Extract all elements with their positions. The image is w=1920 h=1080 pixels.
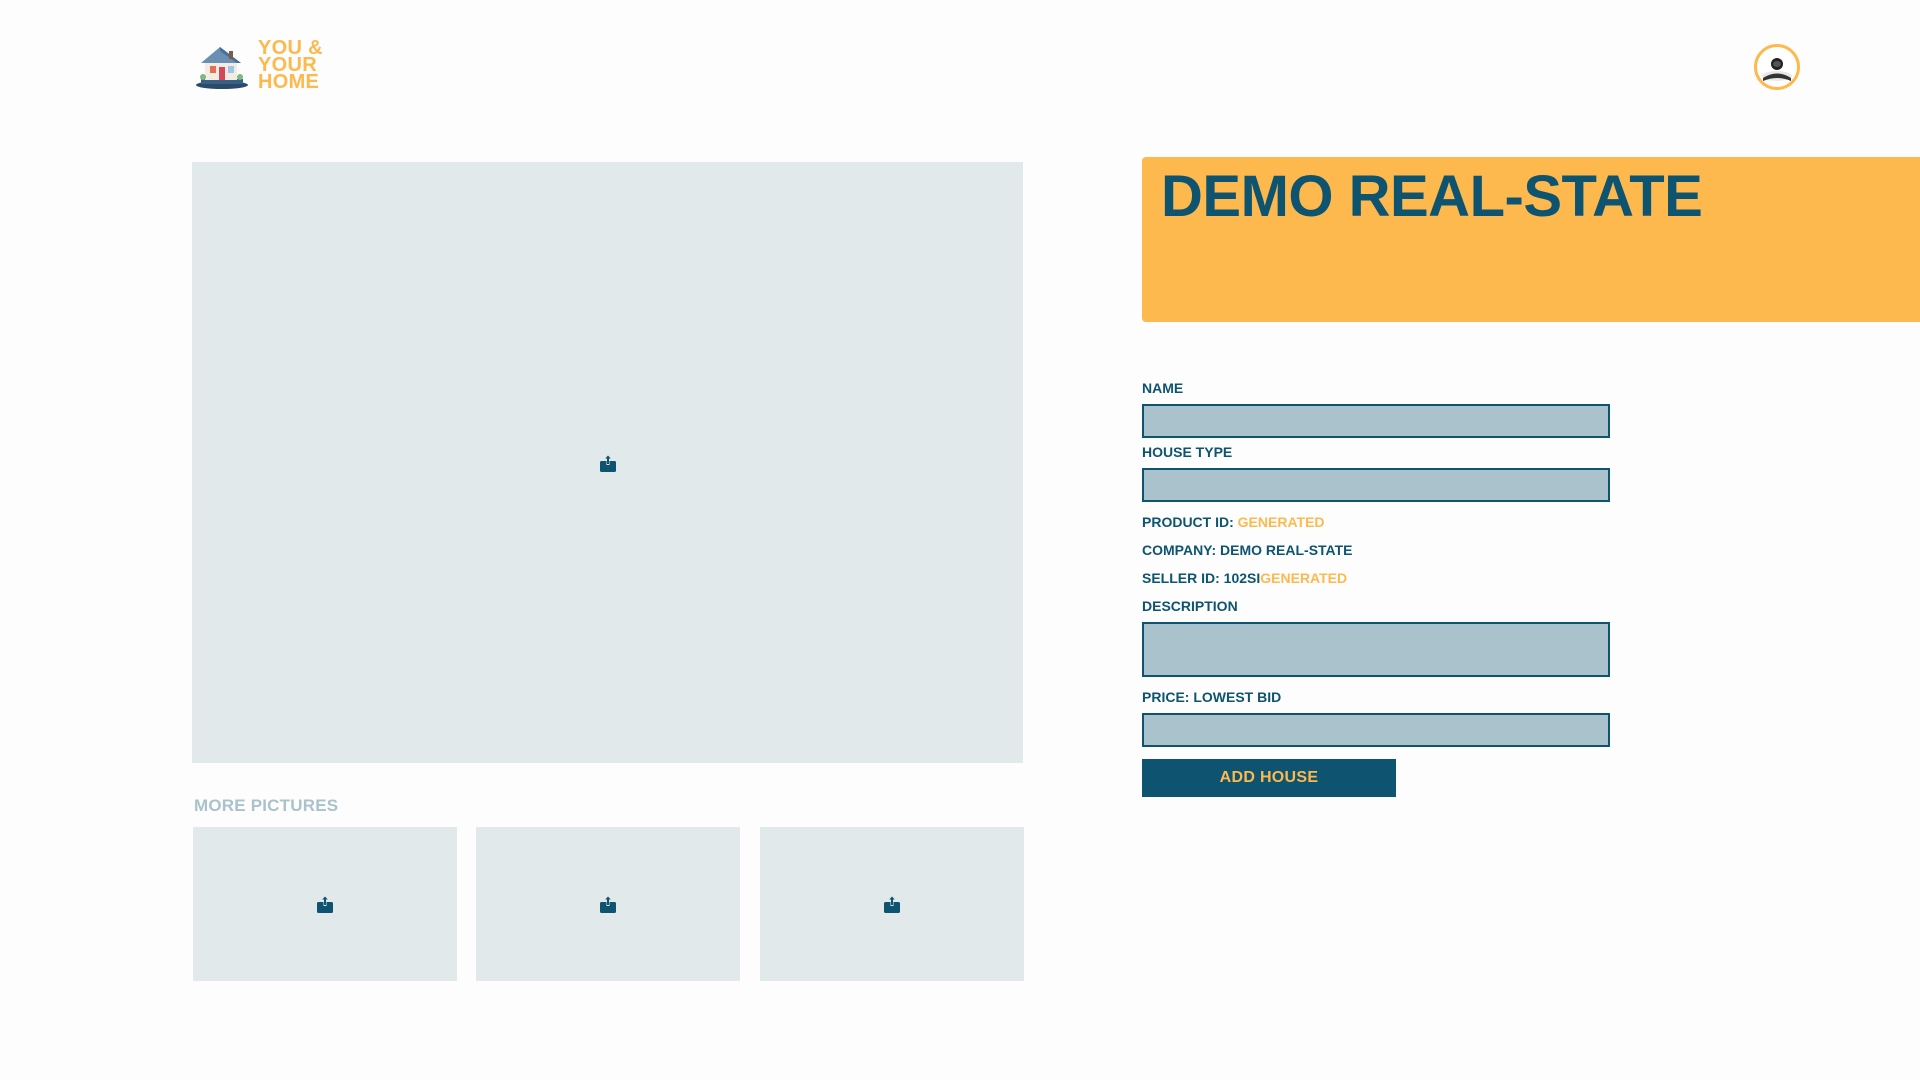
upload-icon <box>317 895 333 913</box>
upload-icon <box>884 895 900 913</box>
user-avatar-button[interactable] <box>1754 44 1800 90</box>
user-avatar-icon <box>1762 58 1792 81</box>
name-input[interactable] <box>1142 404 1610 438</box>
product-id-label: PRODUCT ID: <box>1142 514 1234 530</box>
house-type-label: HOUSE TYPE <box>1142 444 1233 460</box>
brand-logo[interactable]: YOU & YOUR HOME <box>193 38 323 93</box>
seller-id-label: SELLER ID: 102SI <box>1142 570 1261 586</box>
company-row: COMPANY: DEMO REAL-STATE <box>1142 542 1353 558</box>
description-input[interactable] <box>1142 622 1610 677</box>
upload-icon <box>600 895 616 913</box>
add-house-form: NAME HOUSE TYPE PRODUCT ID: GENERATED CO… <box>1142 380 1612 797</box>
seller-id-value: GENERATED <box>1260 570 1348 586</box>
main-photo-upload[interactable] <box>192 162 1023 763</box>
product-id-row: PRODUCT ID: GENERATED <box>1142 514 1612 530</box>
company-banner: DEMO REAL-STATE <box>1142 157 1920 322</box>
product-id-value: GENERATED <box>1237 514 1325 530</box>
logo-text: YOU & YOUR HOME <box>258 38 323 93</box>
add-house-button[interactable]: ADD HOUSE <box>1142 759 1396 797</box>
name-label: NAME <box>1142 380 1184 396</box>
house-logo-icon <box>193 41 251 91</box>
upload-icon <box>599 453 616 472</box>
seller-id-row: SELLER ID: 102SIGENERATED <box>1142 570 1612 586</box>
price-label: PRICE: LOWEST BID <box>1142 689 1282 705</box>
company-title: DEMO REAL-STATE <box>1161 164 1703 229</box>
logo-line: HOME <box>258 71 320 93</box>
house-type-input[interactable] <box>1142 468 1610 502</box>
thumbnail-upload-2[interactable] <box>476 827 740 981</box>
more-pictures-label: MORE PICTURES <box>194 796 339 815</box>
description-label: DESCRIPTION <box>1142 598 1238 614</box>
thumbnail-upload-1[interactable] <box>193 827 457 981</box>
price-input[interactable] <box>1142 713 1610 747</box>
thumbnail-upload-3[interactable] <box>760 827 1024 981</box>
